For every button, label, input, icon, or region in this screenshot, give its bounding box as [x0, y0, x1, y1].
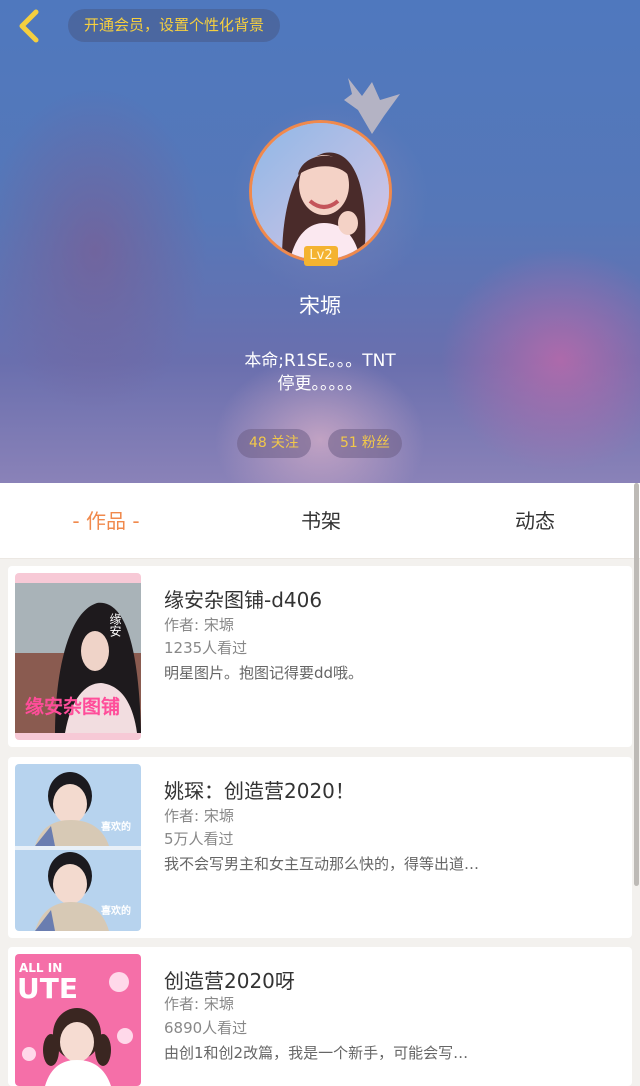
bio-line-1: 本命;R1SE。。。TNT — [244, 351, 396, 371]
work-views: 1235人看过 — [164, 639, 248, 657]
work-views: 5万人看过 — [164, 830, 234, 848]
cover-tag-top: 喜欢的 — [101, 820, 131, 833]
bio-line-2: 停更。。。。。 — [277, 374, 363, 394]
work-author: 作者: 宋塬 — [164, 807, 234, 825]
work-views: 6890人看过 — [164, 1019, 248, 1037]
follow-label: 关注 — [270, 435, 299, 451]
tab-bookshelf[interactable]: 书架 — [241, 483, 401, 559]
work-description: 由创1和创2改篇，我是一个新手，可能会写… — [164, 1044, 469, 1062]
work-title: 缘安杂图铺-d406 — [164, 588, 323, 612]
work-cover: 喜欢的 喜欢的 — [15, 764, 141, 931]
cover-text-big: UTE — [17, 972, 78, 1005]
profile-tabs: - 作品 - 书架 动态 — [0, 483, 640, 559]
avatar-photo — [252, 123, 389, 260]
chevron-left-icon — [19, 9, 39, 43]
work-author: 作者: 宋塬 — [164, 995, 234, 1013]
back-button[interactable] — [12, 6, 46, 46]
work-cover: 缘安杂图铺 缘安 — [15, 573, 141, 740]
follow-stat[interactable]: 48 关注 — [237, 429, 311, 458]
cover-title: 缘安杂图铺 — [25, 695, 120, 718]
work-description: 明星图片。抱图记得要dd哦。 — [164, 664, 364, 682]
fans-label: 粉丝 — [361, 435, 390, 451]
cover-tag-bottom: 喜欢的 — [101, 904, 131, 917]
work-card[interactable]: ALL IN UTE 创造营2020呀 作者: 宋塬 6890人看过 由创1和创… — [8, 947, 632, 1086]
work-author: 作者: 宋塬 — [164, 616, 234, 634]
work-card[interactable]: 喜欢的 喜欢的 姚琛：创造营2020！ 作者: 宋塬 5万人看过 我不会写男主和… — [8, 757, 632, 938]
level-badge: Lv2 — [304, 246, 338, 266]
username: 宋塬 — [299, 294, 341, 318]
scrollbar[interactable] — [634, 483, 639, 886]
work-card[interactable]: 缘安杂图铺 缘安 缘安杂图铺-d406 作者: 宋塬 1235人看过 明星图片。… — [8, 566, 632, 747]
work-title: 姚琛：创造营2020！ — [164, 779, 355, 803]
profile-header: 开通会员，设置个性化背景 Lv2 宋塬 本命;R1SE。。。TNT 停更。。。。… — [0, 0, 640, 483]
tab-works[interactable]: - 作品 - — [26, 483, 186, 559]
avatar[interactable] — [249, 120, 392, 263]
work-cover: ALL IN UTE — [15, 954, 141, 1086]
cover-side-text: 缘安 — [108, 613, 122, 637]
follow-count: 48 — [249, 435, 267, 451]
work-title: 创造营2020呀 — [164, 969, 295, 993]
fans-stat[interactable]: 51 粉丝 — [328, 429, 402, 458]
vip-background-banner[interactable]: 开通会员，设置个性化背景 — [68, 9, 281, 42]
tab-activity[interactable]: 动态 — [455, 483, 615, 559]
bio: 本命;R1SE。。。TNT 停更。。。。。 — [170, 350, 470, 396]
work-description: 我不会写男主和女主互动那么快的，得等出道… — [164, 855, 480, 873]
fans-count: 51 — [340, 435, 358, 451]
